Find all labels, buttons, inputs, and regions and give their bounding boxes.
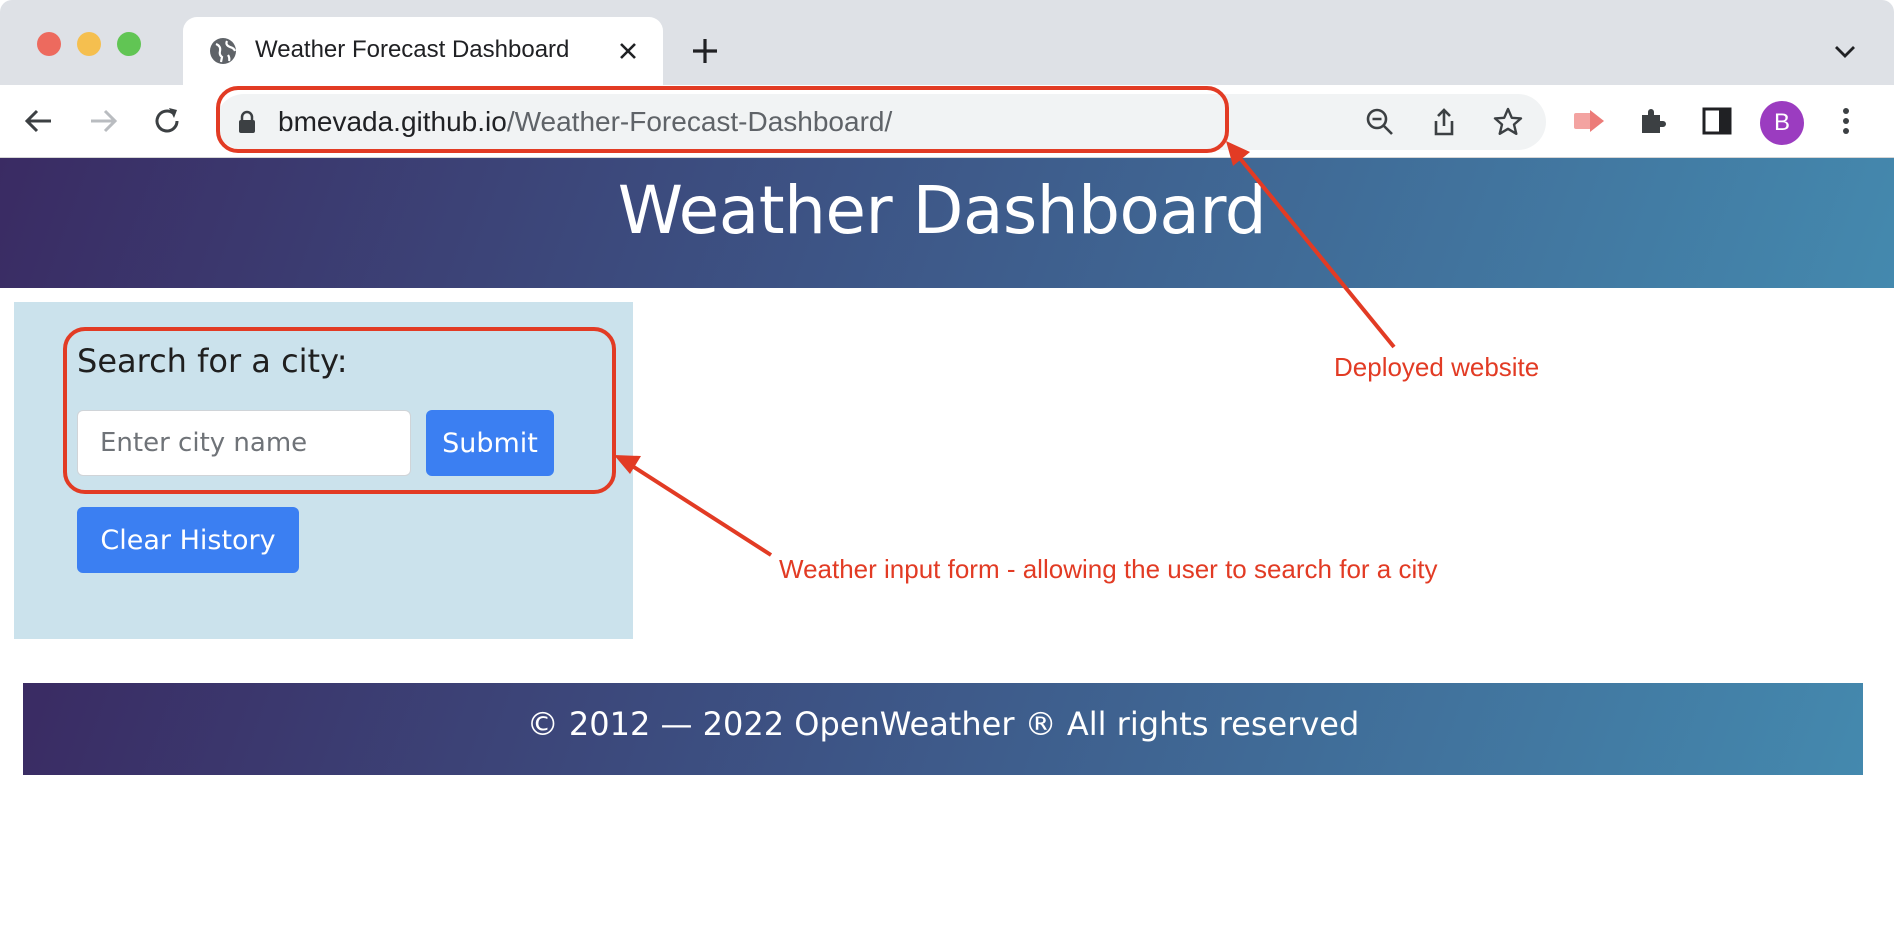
side-panel-icon[interactable] bbox=[1700, 104, 1734, 138]
footer-copyright: © 2012 — 2022 OpenWeather ® All rights r… bbox=[526, 705, 1360, 743]
maximize-window-button[interactable] bbox=[117, 32, 141, 56]
page-title: Weather Dashboard bbox=[617, 172, 1267, 249]
annotation-deployed-label: Deployed website bbox=[1334, 352, 1540, 382]
close-window-button[interactable] bbox=[37, 32, 61, 56]
profile-avatar[interactable]: B bbox=[1760, 101, 1804, 145]
close-tab-icon[interactable] bbox=[616, 39, 640, 63]
browser-tab-strip: Weather Forecast Dashboard bbox=[0, 0, 1894, 85]
forward-arrow-icon[interactable] bbox=[86, 104, 120, 138]
site-footer: © 2012 — 2022 OpenWeather ® All rights r… bbox=[23, 683, 1863, 775]
extensions-puzzle-icon[interactable] bbox=[1636, 104, 1670, 138]
back-arrow-icon[interactable] bbox=[22, 104, 56, 138]
clear-history-button[interactable]: Clear History bbox=[77, 507, 299, 573]
tab-title: Weather Forecast Dashboard bbox=[255, 36, 570, 63]
reload-icon[interactable] bbox=[150, 104, 184, 138]
site-header: Weather Dashboard bbox=[0, 158, 1894, 288]
annotation-form-highlight bbox=[63, 327, 616, 494]
globe-icon bbox=[210, 38, 237, 64]
new-tab-icon[interactable] bbox=[690, 36, 720, 66]
chevron-down-icon[interactable] bbox=[1832, 38, 1858, 64]
annotation-url-highlight bbox=[216, 86, 1229, 153]
more-menu-icon[interactable] bbox=[1829, 104, 1863, 138]
share-icon[interactable] bbox=[1428, 106, 1460, 138]
browser-tab[interactable]: Weather Forecast Dashboard bbox=[183, 17, 663, 85]
star-bookmark-icon[interactable] bbox=[1492, 106, 1524, 138]
annotation-form-label: Weather input form - allowing the user t… bbox=[779, 554, 1438, 584]
arrow-to-form bbox=[614, 455, 773, 557]
extension-cast-icon[interactable] bbox=[1572, 104, 1606, 138]
zoom-out-icon[interactable] bbox=[1364, 106, 1396, 138]
minimize-window-button[interactable] bbox=[77, 32, 101, 56]
